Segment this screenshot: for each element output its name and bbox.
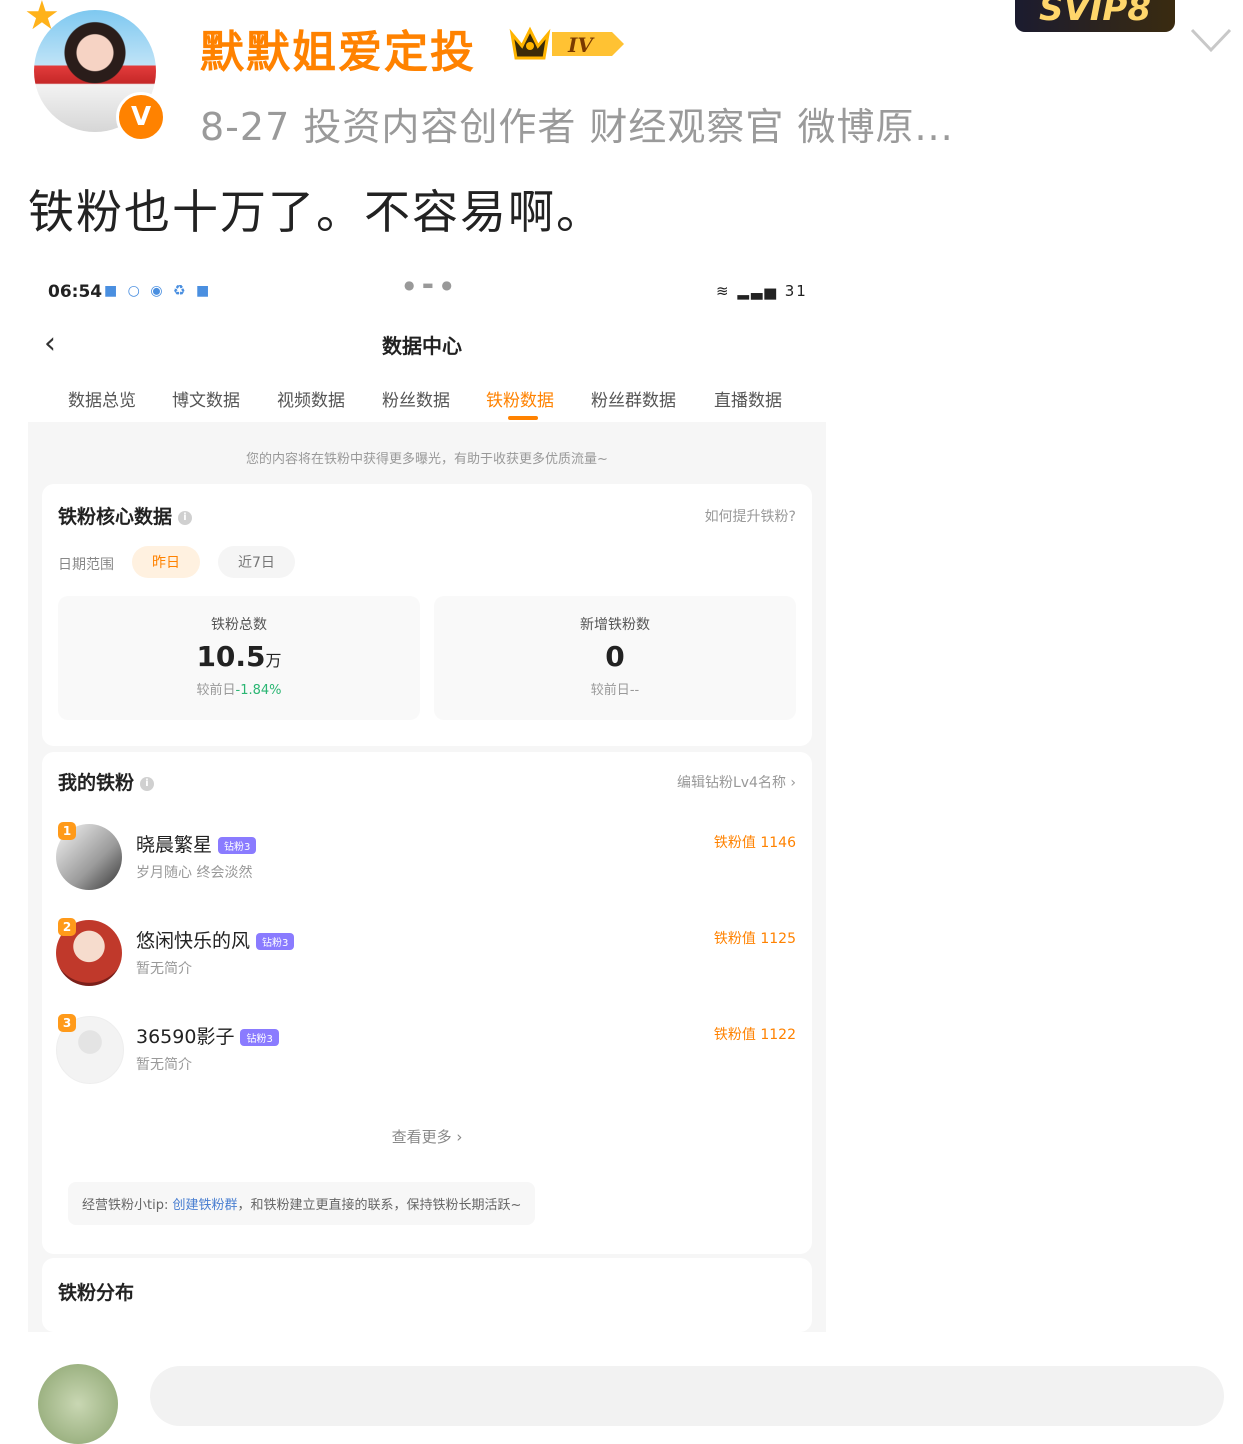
view-more-link[interactable]: 查看更多 ›: [42, 1126, 812, 1147]
compare-prefix: 较前日: [590, 683, 630, 698]
how-to-improve-link[interactable]: 如何提升铁粉?: [705, 506, 796, 526]
edit-badge-name-link[interactable]: 编辑钻粉Lv4名称 ›: [677, 772, 796, 792]
diamond-fan-badge: 钻粉3: [256, 933, 295, 950]
status-right: ≋ ▂▃▅ 31: [716, 282, 808, 300]
rank-badge: 2: [58, 918, 76, 936]
compare-value: -1.84%: [235, 683, 282, 698]
tab-fans[interactable]: 粉丝数据: [382, 386, 450, 411]
fan-name-text: 36590影子: [136, 1026, 235, 1048]
member-level-badge[interactable]: IV: [508, 22, 628, 66]
info-icon[interactable]: i: [140, 776, 155, 791]
fan-name[interactable]: 晓晨繁星 钻粉3: [136, 830, 257, 857]
compare-value: --: [629, 683, 640, 698]
core-data-title: 铁粉核心数据 i: [58, 502, 193, 529]
core-data-card: 铁粉核心数据 i 如何提升铁粉? 日期范围 昨日 近7日 铁粉总数 10.5万 较…: [42, 484, 812, 746]
diamond-fan-badge: 钻粉3: [240, 1029, 279, 1046]
range-7-days[interactable]: 近7日: [218, 546, 295, 578]
camera-dots: ● ▬ ●: [404, 278, 454, 292]
stat-compare: 较前日-1.84%: [58, 679, 420, 698]
fan-name[interactable]: 36590影子 钻粉3: [136, 1022, 279, 1049]
battery-icon: 31: [784, 282, 808, 300]
fan-row[interactable]: 1 晓晨繁星 钻粉3 岁月随心 终会淡然 铁粉值 1146: [56, 822, 796, 904]
tip-suffix: ，和铁粉建立更直接的联系，保持铁粉长期活跃~: [237, 1198, 522, 1213]
level-text: IV: [567, 33, 595, 57]
signal-icon: ▂▃▅: [737, 282, 778, 300]
rank-badge: 1: [58, 822, 76, 840]
verified-badge: V: [116, 92, 166, 142]
fan-name-text: 晓晨繁星: [136, 834, 213, 856]
stat-label: 新增铁粉数: [580, 617, 650, 633]
stat-number: 10.5: [196, 640, 266, 673]
stat-compare: 较前日--: [434, 679, 796, 698]
svip-badge: SVIP8: [1015, 0, 1175, 32]
tab-fan-groups[interactable]: 粉丝群数据: [591, 386, 676, 411]
stat-value: 0: [434, 640, 796, 673]
info-icon[interactable]: i: [178, 510, 193, 525]
fan-bio: 暂无简介: [136, 1057, 192, 1073]
exposure-tip: 您的内容将在铁粉中获得更多曝光，有助于收获更多优质流量~: [246, 452, 608, 467]
post-text: 铁粉也十万了。不容易啊。: [28, 185, 604, 239]
fan-tip: 经营铁粉小tip: 创建铁粉群，和铁粉建立更直接的联系，保持铁粉长期活跃~: [68, 1182, 536, 1225]
core-data-title-text: 铁粉核心数据: [58, 506, 173, 528]
date-range-label: 日期范围: [58, 557, 114, 573]
stat-unit: 万: [265, 651, 282, 670]
stat-value: 10.5万: [58, 640, 420, 673]
compare-prefix: 较前日: [196, 683, 236, 698]
tab-video[interactable]: 视频数据: [277, 386, 345, 411]
fan-name-text: 悠闲快乐的风: [136, 930, 251, 952]
my-fans-title: 我的铁粉 i: [58, 768, 155, 795]
comment-input[interactable]: [150, 1366, 1224, 1426]
fan-row[interactable]: 2 悠闲快乐的风 钻粉3 暂无简介 铁粉值 1125: [56, 918, 796, 1000]
tab-bar: 数据总览 博文数据 视频数据 粉丝数据 铁粉数据 粉丝群数据 直播数据: [68, 386, 808, 420]
fan-bio: 暂无简介: [136, 961, 192, 977]
stat-label: 铁粉总数: [211, 617, 267, 633]
tip-prefix: 经营铁粉小tip:: [82, 1198, 169, 1213]
star-icon: ★: [24, 0, 60, 39]
my-fans-title-text: 我的铁粉: [58, 772, 135, 794]
fan-name[interactable]: 悠闲快乐的风 钻粉3: [136, 926, 295, 953]
rank-badge: 3: [58, 1014, 76, 1032]
fan-value: 铁粉值 1125: [713, 931, 796, 947]
diamond-fan-badge: 钻粉3: [218, 837, 257, 854]
fan-row[interactable]: 3 36590影子 钻粉3 暂无简介 铁粉值 1122: [56, 1014, 796, 1096]
chevron-down-icon[interactable]: [1188, 22, 1234, 58]
tab-overview[interactable]: 数据总览: [68, 386, 136, 411]
stat-number: 0: [605, 640, 625, 673]
back-icon[interactable]: ‹: [44, 326, 56, 361]
range-yesterday[interactable]: 昨日: [132, 546, 200, 578]
page-title: 数据中心: [382, 334, 462, 358]
tab-live[interactable]: 直播数据: [714, 386, 782, 411]
fan-bio: 岁月随心 终会淡然: [136, 865, 253, 881]
stat-new-fans: 新增铁粉数 0 较前日--: [434, 596, 796, 720]
embedded-screenshot[interactable]: 06:54 ■ ○ ◉ ♻ ■ ● ▬ ● ≋ ▂▃▅ 31 ‹ 数据中心 数据…: [28, 262, 826, 1332]
author-name[interactable]: 默默姐爱定投: [200, 16, 476, 80]
tab-iron-fans[interactable]: 铁粉数据: [486, 386, 554, 411]
status-time: 06:54: [48, 282, 103, 302]
create-fan-group-link[interactable]: 创建铁粉群: [172, 1198, 237, 1213]
notification-icons: ■ ○ ◉ ♻ ■: [104, 283, 213, 299]
stat-total-fans: 铁粉总数 10.5万 较前日-1.84%: [58, 596, 420, 720]
wifi-icon: ≋: [716, 282, 731, 300]
fan-value: 铁粉值 1122: [713, 1027, 796, 1043]
my-fans-card: 我的铁粉 i 编辑钻粉Lv4名称 › 1 晓晨繁星 钻粉3 岁月随心 终会淡然 铁粉…: [42, 752, 812, 1254]
tab-posts[interactable]: 博文数据: [172, 386, 240, 411]
distribution-card: 铁粉分布: [42, 1258, 812, 1332]
post-meta: 8-27 投资内容创作者 财经观察官 微博原...: [200, 105, 954, 149]
commenter-avatar[interactable]: [38, 1364, 118, 1444]
fan-value: 铁粉值 1146: [713, 835, 796, 851]
active-tab-indicator: [508, 416, 538, 420]
distribution-title: 铁粉分布: [58, 1282, 135, 1304]
